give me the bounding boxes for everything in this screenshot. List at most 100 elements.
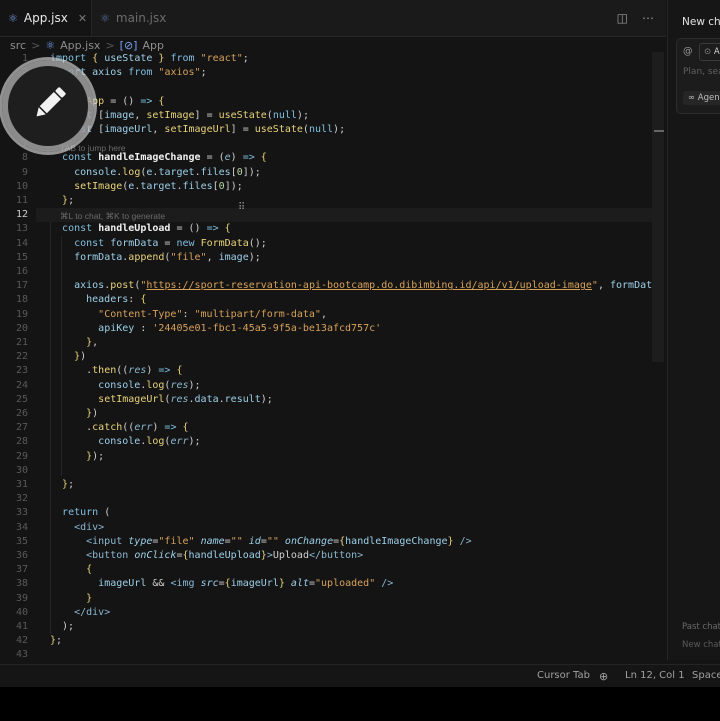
line-number: 16 <box>15 266 28 277</box>
line-number: 24 <box>15 379 28 391</box>
new-chat-item[interactable]: New chat <box>682 640 720 650</box>
code-line: <button onClick={handleUpload}>Upload</b… <box>86 550 364 561</box>
line-number: 17 <box>15 280 28 292</box>
code-line: }) <box>74 351 87 363</box>
code-line: .then((res) => { <box>50 365 183 377</box>
upload-url[interactable]: https://sport-reservation-api-bootcamp.d… <box>146 280 592 291</box>
tab-app-jsx[interactable]: ⚛ App.jsx ✕ <box>0 0 92 36</box>
line-number: 12 <box>15 209 28 221</box>
line-number: 40 <box>15 606 28 618</box>
tab-main-jsx[interactable]: ⚛ main.jsx <box>100 0 166 36</box>
line-number: 20 <box>15 322 28 334</box>
line-number: 32 <box>15 493 28 505</box>
api-key-value: '24405e01-fbc1-45a5-9f5a-be13afcd757c' <box>152 322 382 334</box>
code-line: }); <box>86 450 105 462</box>
line-number: 39 <box>15 592 28 604</box>
line-number: 33 <box>15 507 28 519</box>
zoom-icon[interactable]: ⊕ <box>599 670 608 683</box>
symbol-icon: [⊘] <box>119 38 138 52</box>
line-number: 29 <box>15 450 28 462</box>
agent-mode-button[interactable]: ∞ Agen <box>683 91 720 105</box>
chat-generate-hint: ⌘L to chat, ⌘K to generate <box>60 211 166 221</box>
chevron-right-icon: > <box>31 38 41 52</box>
code-line: const [imageUrl, setImageUrl] = useState… <box>62 124 346 135</box>
line-number: 26 <box>15 408 28 419</box>
react-file-icon: ⚛ <box>8 11 18 25</box>
code-line: const formData = new FormData(); <box>74 237 267 249</box>
code-line: setImageUrl(res.data.result); <box>98 393 273 405</box>
line-number: 31 <box>15 479 28 490</box>
breadcrumb: src > ⚛ App.jsx > [⊘] App <box>10 37 164 53</box>
status-bar: Cursor Tab ⊕ Ln 12, Col 1 Space <box>0 664 720 687</box>
line-number: 13 <box>15 223 28 235</box>
code-line: const handleUpload = () => { <box>62 223 231 235</box>
indentation-status[interactable]: Space <box>692 670 720 681</box>
code-line: axios.post("https://sport-reservation-ap… <box>74 280 676 292</box>
code-line: }; <box>62 479 75 490</box>
edit-overlay-badge <box>2 60 94 152</box>
line-number: 28 <box>15 436 28 448</box>
breadcrumb-file[interactable]: App.jsx <box>60 39 100 52</box>
code-line: </div> <box>74 606 111 618</box>
code-line: }, <box>86 337 99 348</box>
code-line: <input type="file" name="" id="" onChang… <box>86 535 472 547</box>
mention-icon[interactable]: @ <box>683 46 693 57</box>
code-editor[interactable]: 1234567891011121314151617181920212223242… <box>0 52 676 660</box>
cursor-tab-status[interactable]: Cursor Tab <box>537 670 590 681</box>
react-file-icon: ⚛ <box>45 38 56 52</box>
chat-input-box[interactable]: @ ⊙ A Plan, sea ∞ Agen <box>676 38 720 114</box>
line-number: 30 <box>15 464 28 476</box>
line-number: 38 <box>15 578 28 590</box>
code-line: <div> <box>74 521 105 533</box>
breadcrumb-folder[interactable]: src <box>10 39 26 52</box>
line-number: 14 <box>15 237 28 249</box>
line-number: 8 <box>21 152 28 164</box>
split-editor-icon[interactable]: ◫ <box>617 11 628 25</box>
tab-bar: ⚛ App.jsx ✕ ⚛ main.jsx ◫ ⋯ <box>0 0 666 37</box>
line-number: 21 <box>15 337 28 348</box>
code-line: imageUrl && <img src={imageUrl} alt="upl… <box>98 578 394 590</box>
editor-window: ⚛ App.jsx ✕ ⚛ main.jsx ◫ ⋯ src > ⚛ App.j… <box>0 0 720 684</box>
context-chip[interactable]: ⊙ A <box>699 43 720 61</box>
code-line: formData.append("file", image); <box>74 251 261 263</box>
code-line: headers: { <box>86 294 147 306</box>
code-line: apiKey : '24405e01-fbc1-45a5-9f5a-be13af… <box>98 322 382 334</box>
line-number: 25 <box>15 393 28 405</box>
code-line: } <box>86 592 93 604</box>
line-number: 36 <box>15 550 28 561</box>
line-number: 27 <box>15 422 28 434</box>
code-line: { <box>86 564 93 576</box>
line-number: 18 <box>15 294 28 306</box>
chevron-right-icon: > <box>105 38 115 52</box>
cursor-position[interactable]: Ln 12, Col 1 <box>625 670 685 681</box>
line-number: 43 <box>15 649 28 661</box>
chat-panel: New cha @ ⊙ A Plan, sea ∞ Agen Past chat… <box>667 0 720 660</box>
breadcrumb-symbol[interactable]: App <box>142 39 164 52</box>
line-number: 23 <box>15 365 28 377</box>
line-number: 37 <box>15 564 28 576</box>
code-line: console.log(res); <box>98 379 201 391</box>
code-line: }; <box>50 635 63 647</box>
more-actions-icon[interactable]: ⋯ <box>642 11 654 25</box>
code-line: .catch((err) => { <box>50 422 189 434</box>
code-line: import { useState } from "react"; <box>50 53 249 64</box>
line-number: 35 <box>15 535 28 547</box>
close-icon[interactable]: ✕ <box>78 12 87 25</box>
code-line: ); <box>50 621 75 632</box>
line-number: 42 <box>15 635 28 647</box>
tab-label: main.jsx <box>115 11 167 25</box>
past-chats-label: Past chats <box>682 622 720 632</box>
chat-title[interactable]: New cha <box>682 16 720 28</box>
code-line: console.log(err); <box>98 436 201 448</box>
code-area[interactable]: import { useState } from "react"; import… <box>50 52 676 658</box>
chat-input-placeholder[interactable]: Plan, sea <box>683 67 720 77</box>
react-file-icon: ⚛ <box>100 11 110 25</box>
code-line: }) <box>86 408 99 419</box>
vertical-scrollbar[interactable] <box>652 52 664 362</box>
line-number: 41 <box>15 621 28 632</box>
line-number: 11 <box>15 195 28 206</box>
line-number: 10 <box>15 180 28 192</box>
drag-handle-icon[interactable]: ⠿ <box>238 202 245 213</box>
code-line: setImage(e.target.files[0]); <box>74 180 243 192</box>
line-number: 34 <box>15 521 28 533</box>
